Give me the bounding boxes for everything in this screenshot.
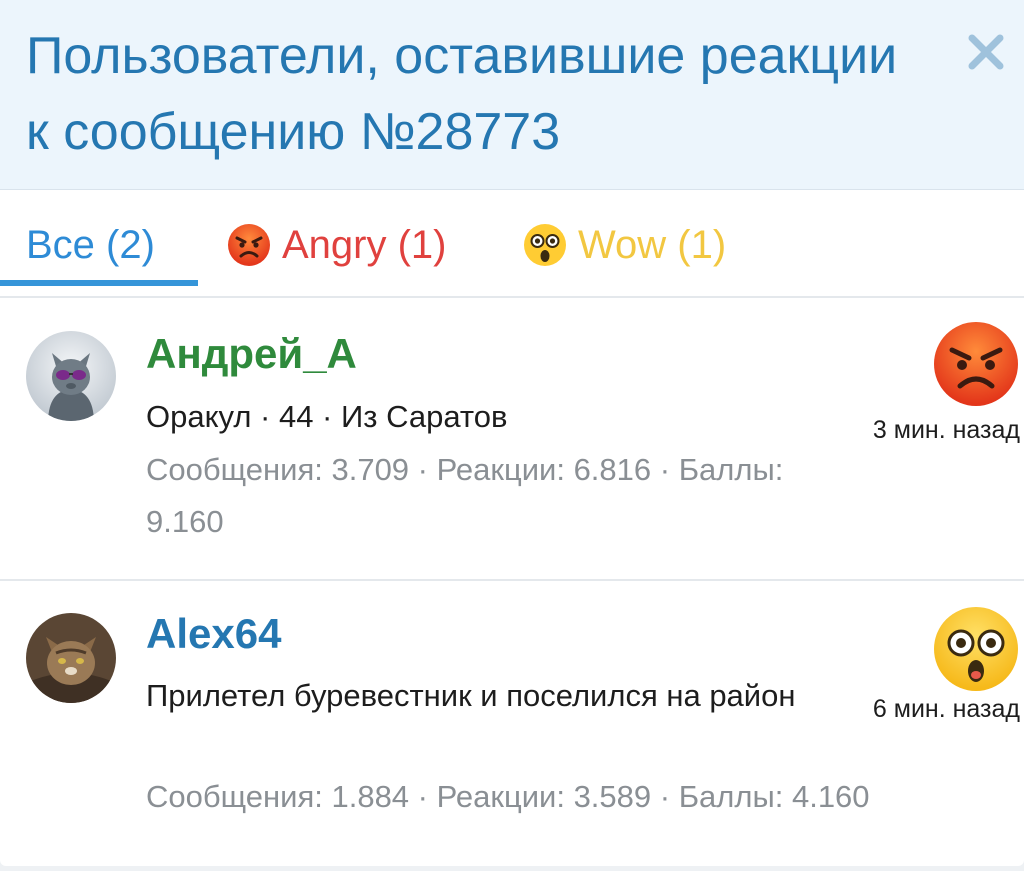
wow-icon: [524, 224, 566, 266]
reactions-overlay: Пользователи, оставившие реакции к сообщ…: [0, 0, 1024, 871]
cat-avatar-icon: [26, 331, 116, 421]
wow-reaction-icon: [934, 607, 1018, 691]
user-row: Андрей_А Оракул · 44 · Из Саратов Сообще…: [0, 298, 1024, 581]
cat-avatar-icon: [26, 613, 116, 703]
close-icon: [968, 34, 1004, 70]
angry-icon: [228, 224, 270, 266]
close-button[interactable]: [960, 26, 1012, 78]
tab-wow-label: Wow (1): [578, 222, 727, 267]
user-stats: Сообщения: 1.884 · Реакции: 3.589 · Балл…: [146, 779, 870, 814]
tab-all[interactable]: Все (2): [26, 212, 155, 278]
tab-all-label: Все (2): [26, 222, 155, 267]
user-info: Оракул · 44 · Из Саратов: [146, 399, 508, 434]
reaction-time: 3 мин. назад: [872, 416, 1020, 444]
tab-angry[interactable]: Angry (1): [226, 212, 447, 278]
user-info: Прилетел буревестник и поселился на райо…: [146, 678, 796, 713]
overlay-header: Пользователи, оставившие реакции к сообщ…: [0, 0, 1024, 190]
user-row: Alex64 Прилетел буревестник и поселился …: [0, 583, 1024, 866]
username-link[interactable]: Alex64: [146, 610, 281, 658]
user-stats: Сообщения: 3.709 · Реакции: 6.816 · Балл…: [146, 452, 784, 539]
reaction-tabs: Все (2) Angry (1) Wow (1): [0, 190, 1024, 298]
angry-reaction-icon: [934, 322, 1018, 406]
active-tab-indicator: [0, 280, 198, 286]
tab-angry-label: Angry (1): [282, 222, 447, 267]
tab-wow[interactable]: Wow (1): [522, 212, 726, 278]
reaction-time: 6 мин. назад: [872, 695, 1020, 723]
avatar[interactable]: [26, 613, 116, 703]
reactions-panel: Все (2) Angry (1) Wow (1) Андрей_А Ораку…: [0, 190, 1024, 866]
avatar[interactable]: [26, 331, 116, 421]
overlay-title: Пользователи, оставившие реакции к сообщ…: [26, 27, 898, 161]
username-link[interactable]: Андрей_А: [146, 330, 357, 378]
